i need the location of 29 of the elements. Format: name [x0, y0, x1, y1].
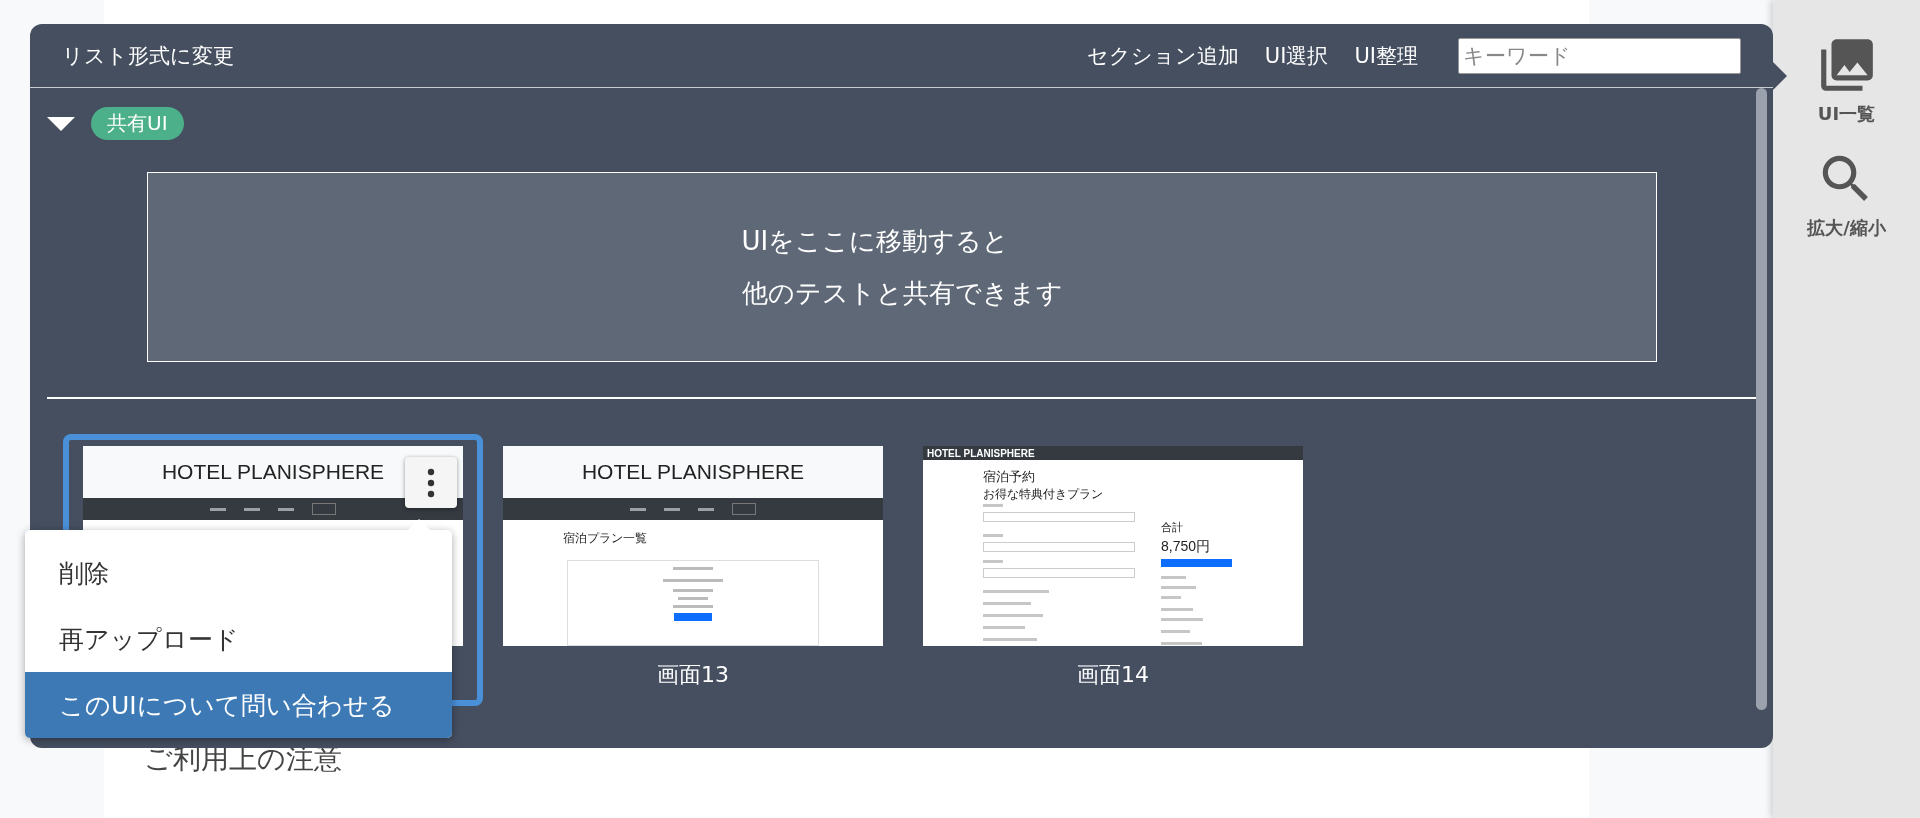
- thumbnail-plan-name: お得な特典付きプラン: [983, 486, 1103, 503]
- menu-item[interactable]: 削除: [25, 540, 452, 606]
- kebab-icon: [427, 467, 435, 498]
- screen-card[interactable]: HOTEL PLANISPHERE 宿泊プラン一覧 画面13: [483, 434, 903, 706]
- toolbar-link[interactable]: UI整理: [1354, 41, 1418, 70]
- toolbar-link[interactable]: セクション追加: [1086, 41, 1239, 70]
- thumbnail-site-title: HOTEL PLANISPHERE: [83, 446, 463, 498]
- scrollbar[interactable]: [1756, 88, 1767, 710]
- thumbnail-total-label: 合計: [1161, 520, 1183, 535]
- sidebar-button[interactable]: UI一覧: [1815, 34, 1878, 126]
- section-badge: 共有UI: [91, 107, 184, 140]
- menu-item[interactable]: 再アップロード: [25, 606, 452, 672]
- thumbnail-site-title: HOTEL PLANISPHERE: [923, 446, 1303, 460]
- view-toggle-link[interactable]: リスト形式に変更: [62, 41, 234, 70]
- thumbnail-confirm-button: [1161, 559, 1232, 567]
- screen-card[interactable]: HOTEL PLANISPHERE 宿泊予約 お得な特典付きプラン 合計 8,750円 画面14: [903, 434, 1323, 706]
- sidebar-button[interactable]: 拡大/縮小: [1807, 148, 1886, 240]
- more-options-button[interactable]: [405, 457, 457, 508]
- search-field[interactable]: キーワード: [1458, 37, 1741, 74]
- thumbnail-heading: 宿泊予約: [983, 468, 1035, 486]
- menu-item[interactable]: このUIについて問い合わせる: [25, 672, 452, 738]
- toolbar-link[interactable]: UI選択: [1264, 41, 1329, 70]
- screen-label: 画面14: [1077, 661, 1149, 689]
- thumbnail-heading: 宿泊プラン一覧: [563, 530, 647, 547]
- thumbnail-site-title: HOTEL PLANISPHERE: [503, 446, 883, 498]
- expand-toggle-icon[interactable]: [47, 116, 75, 131]
- drop-zone: UIをここに移動すると 他のテストと共有できます: [147, 172, 1657, 362]
- screen-label: 画面13: [657, 661, 729, 689]
- thumbnail-total-price: 8,750円: [1161, 538, 1211, 556]
